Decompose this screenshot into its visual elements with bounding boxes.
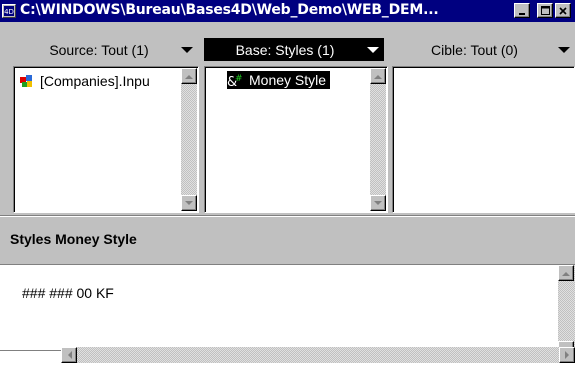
scroll-up-button[interactable]: [558, 265, 574, 281]
chevron-down-icon: [181, 46, 193, 53]
arrow-up-icon: [562, 271, 570, 276]
scroll-up-button[interactable]: [370, 68, 386, 84]
style-icon: & #: [227, 74, 243, 88]
scroll-left-button[interactable]: [61, 347, 77, 363]
app-window: 4D C:\WINDOWS\Bureau\Bases4D\Web_Demo\WE…: [0, 0, 575, 371]
maximize-icon: [540, 6, 550, 15]
minimize-icon: [519, 12, 525, 15]
window-title: C:\WINDOWS\Bureau\Bases4D\Web_Demo\WEB_D…: [20, 2, 439, 18]
editor-gutter: [0, 350, 61, 371]
source-dropdown-label: Source: Tout (1): [49, 41, 149, 58]
close-button[interactable]: [555, 3, 571, 18]
list-item-label: [Companies].Inpu: [40, 73, 150, 89]
cible-dropdown[interactable]: Cible: Tout (0): [392, 38, 575, 61]
base-list[interactable]: & # Money Style: [204, 66, 388, 213]
cible-dropdown-label: Cible: Tout (0): [431, 41, 518, 58]
arrow-up-icon: [374, 74, 382, 79]
style-format-text[interactable]: ### ### 00 KF: [22, 285, 114, 301]
scroll-right-button[interactable]: [559, 347, 575, 363]
list-item[interactable]: [Companies].Inpu: [18, 72, 150, 90]
svg-text:4D: 4D: [4, 8, 14, 16]
arrow-down-icon: [185, 200, 193, 205]
source-list[interactable]: [Companies].Inpu: [13, 66, 199, 213]
editor-vertical-scrollbar[interactable]: [558, 265, 575, 357]
close-icon: [559, 6, 567, 15]
base-scrollbar[interactable]: [370, 68, 386, 211]
base-dropdown[interactable]: Base: Styles (1): [204, 38, 384, 61]
minimize-button[interactable]: [514, 3, 530, 18]
scroll-up-button[interactable]: [181, 68, 197, 84]
scroll-down-button[interactable]: [181, 195, 197, 211]
arrow-up-icon: [185, 74, 193, 79]
list-item[interactable]: & # Money Style: [227, 71, 331, 89]
scroll-down-button[interactable]: [370, 195, 386, 211]
section-title: Styles Money Style: [10, 231, 137, 247]
arrow-right-icon: [564, 351, 569, 359]
maximize-button[interactable]: [537, 3, 553, 18]
chevron-down-icon: [558, 46, 570, 53]
app-icon[interactable]: 4D: [2, 4, 16, 18]
list-item-label: Money Style: [249, 72, 327, 88]
base-dropdown-label: Base: Styles (1): [235, 41, 335, 58]
editor-horizontal-scrollbar[interactable]: [61, 347, 575, 363]
form-icon: [20, 75, 32, 87]
arrow-down-icon: [374, 200, 382, 205]
source-scrollbar[interactable]: [181, 68, 197, 211]
chevron-down-icon: [367, 46, 379, 53]
source-dropdown[interactable]: Source: Tout (1): [18, 38, 198, 61]
divider: [0, 215, 575, 217]
svg-text:#: #: [235, 74, 243, 84]
title-bar[interactable]: 4D C:\WINDOWS\Bureau\Bases4D\Web_Demo\WE…: [0, 0, 575, 22]
arrow-left-icon: [67, 351, 72, 359]
cible-list[interactable]: [392, 66, 575, 213]
